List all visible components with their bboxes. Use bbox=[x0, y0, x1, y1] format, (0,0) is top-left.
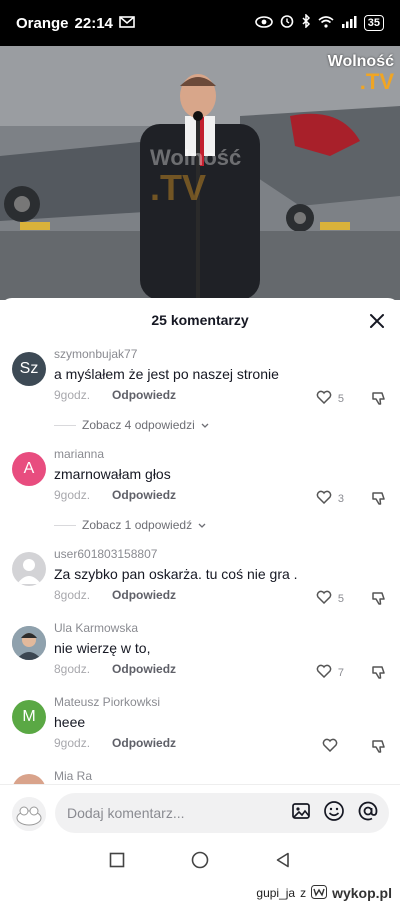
comment-meta: 9godz. Odpowiedz bbox=[54, 488, 176, 502]
watermark-center: Wolność .TV bbox=[150, 145, 242, 208]
video-player[interactable]: Wolność .TV Wolność .TV bbox=[0, 46, 400, 300]
eye-icon bbox=[254, 15, 273, 32]
comment-input-bar bbox=[0, 784, 400, 842]
comment-text: nie wierzę w to, bbox=[54, 640, 151, 656]
back-nav-icon[interactable] bbox=[275, 852, 291, 873]
footer-z: z bbox=[300, 886, 307, 900]
avatar[interactable] bbox=[12, 626, 46, 660]
view-replies-button[interactable]: Zobacz 1 odpowiedź bbox=[54, 518, 206, 532]
footer-site: wykop.pl bbox=[332, 885, 392, 901]
comment-item: M Mateusz Piorkowksi heee 9godz. Odpowied… bbox=[12, 694, 392, 764]
comment-item: Ula Karmowska nie wierzę w to, 8godz. Odp… bbox=[12, 620, 392, 690]
heart-icon bbox=[316, 390, 332, 407]
like-button[interactable]: 5 bbox=[316, 590, 344, 607]
comment-meta: 9godz. Odpowiedz bbox=[54, 388, 176, 402]
dislike-icon[interactable] bbox=[371, 590, 387, 611]
comment-meta: 9godz. Odpowiedz bbox=[54, 736, 176, 750]
dislike-icon[interactable] bbox=[371, 490, 387, 511]
comment-item: user601803158807 Za szybko pan oskarża. … bbox=[12, 546, 392, 616]
dislike-icon[interactable] bbox=[371, 664, 387, 685]
comment-time: 9godz. bbox=[54, 388, 91, 402]
comment-meta: 8godz. Odpowiedz bbox=[54, 588, 176, 602]
comment-time: 8godz. bbox=[54, 588, 91, 602]
heart-icon bbox=[316, 664, 332, 681]
avatar[interactable]: M bbox=[12, 700, 46, 734]
my-avatar-image bbox=[12, 797, 46, 831]
avatar[interactable] bbox=[12, 797, 46, 831]
user-photo-avatar bbox=[12, 626, 46, 660]
like-button[interactable]: 3 bbox=[316, 490, 344, 507]
mail-icon bbox=[119, 15, 135, 32]
like-count: 5 bbox=[337, 392, 344, 405]
heart-icon bbox=[316, 590, 332, 607]
like-button[interactable]: 7 bbox=[316, 664, 344, 681]
comment-text: zmarnowałam głos bbox=[54, 466, 171, 482]
comment-input-pill[interactable] bbox=[55, 793, 389, 833]
heart-icon bbox=[322, 738, 338, 755]
clock: 22:14 bbox=[74, 14, 113, 32]
watermark-logo: Wolność .TV bbox=[327, 53, 394, 94]
comment-username[interactable]: marianna bbox=[54, 446, 354, 462]
wifi-icon bbox=[318, 15, 334, 32]
wykop-logo-icon bbox=[311, 884, 328, 902]
dislike-icon[interactable] bbox=[371, 390, 387, 411]
comment-username[interactable]: Mia Ra bbox=[54, 768, 354, 784]
reply-button[interactable]: Odpowiedz bbox=[112, 488, 176, 502]
comment-username[interactable]: szymonbujak77 bbox=[54, 346, 354, 362]
comment-item: A marianna zmarnowałam głos 9godz. Odpowi… bbox=[12, 446, 392, 516]
reply-button[interactable]: Odpowiedz bbox=[112, 736, 176, 750]
close-icon[interactable] bbox=[368, 312, 386, 330]
comment-username[interactable]: Mateusz Piorkowksi bbox=[54, 694, 354, 710]
comment-time: 8godz. bbox=[54, 662, 91, 676]
like-count: 7 bbox=[337, 666, 344, 679]
circle-nav-icon[interactable] bbox=[191, 851, 209, 874]
avatar[interactable]: Sz bbox=[12, 352, 46, 386]
like-button[interactable]: 5 bbox=[316, 390, 344, 407]
source-footer: gupi_ja z wykop.pl bbox=[0, 882, 400, 904]
carrier-name: Orange bbox=[16, 14, 69, 32]
comment-time: 9godz. bbox=[54, 736, 91, 750]
system-nav-bar bbox=[0, 842, 400, 882]
comment-time: 9godz. bbox=[54, 488, 91, 502]
comments-title: 25 komentarzy bbox=[151, 312, 249, 328]
default-avatar-icon bbox=[17, 559, 41, 584]
comment-text: a myślałem że jest po naszej stronie bbox=[54, 366, 279, 382]
reply-button[interactable]: Odpowiedz bbox=[112, 662, 176, 676]
like-count: 3 bbox=[337, 492, 344, 505]
comment-text: Za szybko pan oskarża. tu coś nie gra . bbox=[54, 566, 298, 582]
emoji-icon[interactable] bbox=[323, 800, 345, 827]
comment-item: Sz szymonbujak77 a myślałem że jest po n… bbox=[12, 346, 392, 416]
reply-button[interactable]: Odpowiedz bbox=[112, 588, 176, 602]
chevron-down-icon bbox=[201, 418, 209, 432]
comment-text: heee bbox=[54, 714, 86, 730]
avatar[interactable]: A bbox=[12, 452, 46, 486]
comment-username[interactable]: Ula Karmowska bbox=[54, 620, 354, 636]
signal-icon bbox=[341, 15, 357, 32]
like-count: 5 bbox=[337, 592, 344, 605]
status-bar: Orange 22:14 35 bbox=[0, 0, 400, 46]
alarm-icon bbox=[280, 14, 294, 32]
footer-author: gupi_ja bbox=[256, 886, 296, 900]
dislike-icon[interactable] bbox=[371, 738, 387, 759]
reply-button[interactable]: Odpowiedz bbox=[112, 388, 176, 402]
chevron-down-icon bbox=[198, 518, 206, 532]
battery-icon: 35 bbox=[363, 15, 384, 31]
heart-icon bbox=[316, 490, 332, 507]
like-button[interactable] bbox=[322, 738, 344, 755]
square-nav-icon[interactable] bbox=[109, 852, 125, 873]
view-replies-button[interactable]: Zobacz 4 odpowiedzi bbox=[54, 418, 209, 432]
bluetooth-icon bbox=[301, 13, 311, 32]
at-icon[interactable] bbox=[357, 800, 379, 827]
avatar[interactable] bbox=[12, 552, 46, 586]
comment-input[interactable] bbox=[67, 805, 291, 821]
image-icon[interactable] bbox=[291, 801, 311, 826]
comment-username[interactable]: user601803158807 bbox=[54, 546, 354, 562]
comment-meta: 8godz. Odpowiedz bbox=[54, 662, 176, 676]
